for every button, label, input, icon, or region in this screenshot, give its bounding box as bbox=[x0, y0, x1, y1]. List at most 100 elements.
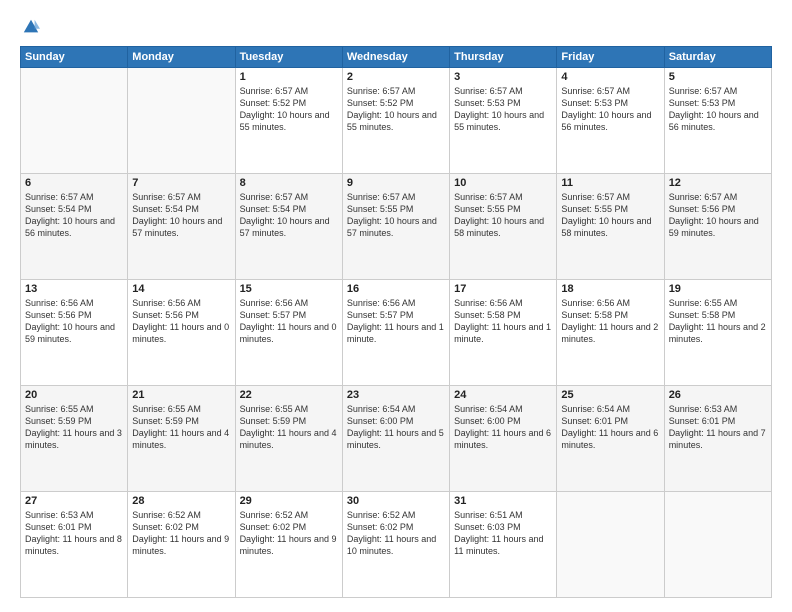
calendar-cell: 4 Sunrise: 6:57 AM Sunset: 5:53 PM Daylig… bbox=[557, 68, 664, 174]
calendar-cell: 26 Sunrise: 6:53 AM Sunset: 6:01 PM Dayli… bbox=[664, 386, 771, 492]
page: SundayMondayTuesdayWednesdayThursdayFrid… bbox=[0, 0, 792, 612]
day-number: 17 bbox=[454, 283, 552, 295]
day-header-tuesday: Tuesday bbox=[235, 47, 342, 68]
calendar-cell: 16Sunrise: 6:56 AM Sunset: 5:57 PM Dayli… bbox=[342, 280, 449, 386]
cell-content: Sunrise: 6:55 AM Sunset: 5:59 PM Dayligh… bbox=[25, 403, 123, 452]
cell-content: Sunrise: 6:57 AM Sunset: 5:56 PM Dayligh… bbox=[669, 191, 767, 240]
calendar-row-5: 27 Sunrise: 6:53 AM Sunset: 6:01 PM Dayli… bbox=[21, 492, 772, 598]
calendar-cell: 11 Sunrise: 6:57 AM Sunset: 5:55 PM Dayli… bbox=[557, 174, 664, 280]
day-number: 23 bbox=[347, 389, 445, 401]
calendar-cell: 31Sunrise: 6:51 AM Sunset: 6:03 PM Dayli… bbox=[450, 492, 557, 598]
day-header-thursday: Thursday bbox=[450, 47, 557, 68]
calendar-cell: 1 Sunrise: 6:57 AM Sunset: 5:52 PM Daylig… bbox=[235, 68, 342, 174]
cell-content: Sunrise: 6:57 AM Sunset: 5:52 PM Dayligh… bbox=[347, 85, 445, 134]
calendar-cell: 29 Sunrise: 6:52 AM Sunset: 6:02 PM Dayli… bbox=[235, 492, 342, 598]
cell-content: Sunrise: 6:57 AM Sunset: 5:54 PM Dayligh… bbox=[132, 191, 230, 240]
calendar-cell: 23 Sunrise: 6:54 AM Sunset: 6:00 PM Dayli… bbox=[342, 386, 449, 492]
cell-content: Sunrise: 6:57 AM Sunset: 5:55 PM Dayligh… bbox=[347, 191, 445, 240]
day-number: 9 bbox=[347, 177, 445, 189]
day-header-wednesday: Wednesday bbox=[342, 47, 449, 68]
day-number: 30 bbox=[347, 495, 445, 507]
cell-content: Sunrise: 6:55 AM Sunset: 5:59 PM Dayligh… bbox=[240, 403, 338, 452]
cell-content: Sunrise: 6:57 AM Sunset: 5:53 PM Dayligh… bbox=[454, 85, 552, 134]
calendar-cell bbox=[664, 492, 771, 598]
calendar-table: SundayMondayTuesdayWednesdayThursdayFrid… bbox=[20, 46, 772, 598]
calendar-cell: 15 Sunrise: 6:56 AM Sunset: 5:57 PM Dayli… bbox=[235, 280, 342, 386]
day-number: 18 bbox=[561, 283, 659, 295]
cell-content: Sunrise: 6:57 AM Sunset: 5:52 PM Dayligh… bbox=[240, 85, 338, 134]
day-number: 25 bbox=[561, 389, 659, 401]
calendar-cell: 14 Sunrise: 6:56 AM Sunset: 5:56 PM Dayli… bbox=[128, 280, 235, 386]
day-number: 14 bbox=[132, 283, 230, 295]
cell-content: Sunrise: 6:55 AM Sunset: 5:58 PM Dayligh… bbox=[669, 297, 767, 346]
header bbox=[20, 18, 772, 36]
cell-content: Sunrise: 6:52 AM Sunset: 6:02 PM Dayligh… bbox=[240, 509, 338, 558]
cell-content: Sunrise: 6:54 AM Sunset: 6:00 PM Dayligh… bbox=[454, 403, 552, 452]
day-number: 24 bbox=[454, 389, 552, 401]
day-header-saturday: Saturday bbox=[664, 47, 771, 68]
calendar-cell: 10Sunrise: 6:57 AM Sunset: 5:55 PM Dayli… bbox=[450, 174, 557, 280]
cell-content: Sunrise: 6:57 AM Sunset: 5:53 PM Dayligh… bbox=[561, 85, 659, 134]
day-number: 3 bbox=[454, 71, 552, 83]
cell-content: Sunrise: 6:53 AM Sunset: 6:01 PM Dayligh… bbox=[669, 403, 767, 452]
calendar-cell: 2 Sunrise: 6:57 AM Sunset: 5:52 PM Daylig… bbox=[342, 68, 449, 174]
cell-content: Sunrise: 6:55 AM Sunset: 5:59 PM Dayligh… bbox=[132, 403, 230, 452]
day-number: 31 bbox=[454, 495, 552, 507]
day-number: 6 bbox=[25, 177, 123, 189]
calendar-cell: 5Sunrise: 6:57 AM Sunset: 5:53 PM Daylig… bbox=[664, 68, 771, 174]
day-header-monday: Monday bbox=[128, 47, 235, 68]
calendar-cell: 3 Sunrise: 6:57 AM Sunset: 5:53 PM Daylig… bbox=[450, 68, 557, 174]
cell-content: Sunrise: 6:54 AM Sunset: 6:01 PM Dayligh… bbox=[561, 403, 659, 452]
calendar-cell bbox=[21, 68, 128, 174]
cell-content: Sunrise: 6:56 AM Sunset: 5:56 PM Dayligh… bbox=[25, 297, 123, 346]
calendar-cell: 12 Sunrise: 6:57 AM Sunset: 5:56 PM Dayli… bbox=[664, 174, 771, 280]
day-number: 2 bbox=[347, 71, 445, 83]
logo bbox=[20, 18, 40, 36]
cell-content: Sunrise: 6:56 AM Sunset: 5:57 PM Dayligh… bbox=[347, 297, 445, 346]
calendar-cell: 7Sunrise: 6:57 AM Sunset: 5:54 PM Daylig… bbox=[128, 174, 235, 280]
cell-content: Sunrise: 6:56 AM Sunset: 5:57 PM Dayligh… bbox=[240, 297, 338, 346]
calendar-cell: 18 Sunrise: 6:56 AM Sunset: 5:58 PM Dayli… bbox=[557, 280, 664, 386]
day-number: 1 bbox=[240, 71, 338, 83]
cell-content: Sunrise: 6:53 AM Sunset: 6:01 PM Dayligh… bbox=[25, 509, 123, 558]
day-number: 13 bbox=[25, 283, 123, 295]
day-number: 28 bbox=[132, 495, 230, 507]
cell-content: Sunrise: 6:57 AM Sunset: 5:54 PM Dayligh… bbox=[25, 191, 123, 240]
day-number: 27 bbox=[25, 495, 123, 507]
calendar-cell: 20 Sunrise: 6:55 AM Sunset: 5:59 PM Dayli… bbox=[21, 386, 128, 492]
day-number: 15 bbox=[240, 283, 338, 295]
calendar-cell: 9 Sunrise: 6:57 AM Sunset: 5:55 PM Daylig… bbox=[342, 174, 449, 280]
logo-icon bbox=[22, 18, 40, 36]
calendar-cell: 19 Sunrise: 6:55 AM Sunset: 5:58 PM Dayli… bbox=[664, 280, 771, 386]
calendar-cell: 25 Sunrise: 6:54 AM Sunset: 6:01 PM Dayli… bbox=[557, 386, 664, 492]
day-number: 19 bbox=[669, 283, 767, 295]
cell-content: Sunrise: 6:52 AM Sunset: 6:02 PM Dayligh… bbox=[347, 509, 445, 558]
cell-content: Sunrise: 6:57 AM Sunset: 5:55 PM Dayligh… bbox=[561, 191, 659, 240]
cell-content: Sunrise: 6:56 AM Sunset: 5:58 PM Dayligh… bbox=[561, 297, 659, 346]
day-number: 10 bbox=[454, 177, 552, 189]
calendar-row-3: 13 Sunrise: 6:56 AM Sunset: 5:56 PM Dayli… bbox=[21, 280, 772, 386]
cell-content: Sunrise: 6:54 AM Sunset: 6:00 PM Dayligh… bbox=[347, 403, 445, 452]
day-header-friday: Friday bbox=[557, 47, 664, 68]
calendar-row-2: 6 Sunrise: 6:57 AM Sunset: 5:54 PM Daylig… bbox=[21, 174, 772, 280]
day-number: 21 bbox=[132, 389, 230, 401]
day-number: 11 bbox=[561, 177, 659, 189]
calendar-cell: 6 Sunrise: 6:57 AM Sunset: 5:54 PM Daylig… bbox=[21, 174, 128, 280]
cell-content: Sunrise: 6:56 AM Sunset: 5:56 PM Dayligh… bbox=[132, 297, 230, 346]
calendar-cell: 22Sunrise: 6:55 AM Sunset: 5:59 PM Dayli… bbox=[235, 386, 342, 492]
day-number: 4 bbox=[561, 71, 659, 83]
day-number: 5 bbox=[669, 71, 767, 83]
day-number: 29 bbox=[240, 495, 338, 507]
calendar-row-4: 20 Sunrise: 6:55 AM Sunset: 5:59 PM Dayli… bbox=[21, 386, 772, 492]
day-number: 26 bbox=[669, 389, 767, 401]
day-number: 20 bbox=[25, 389, 123, 401]
calendar-cell: 8Sunrise: 6:57 AM Sunset: 5:54 PM Daylig… bbox=[235, 174, 342, 280]
calendar-cell bbox=[557, 492, 664, 598]
day-header-sunday: Sunday bbox=[21, 47, 128, 68]
calendar-cell: 13 Sunrise: 6:56 AM Sunset: 5:56 PM Dayli… bbox=[21, 280, 128, 386]
calendar-row-1: 1 Sunrise: 6:57 AM Sunset: 5:52 PM Daylig… bbox=[21, 68, 772, 174]
calendar-cell: 17Sunrise: 6:56 AM Sunset: 5:58 PM Dayli… bbox=[450, 280, 557, 386]
calendar-cell: 27 Sunrise: 6:53 AM Sunset: 6:01 PM Dayli… bbox=[21, 492, 128, 598]
day-number: 12 bbox=[669, 177, 767, 189]
calendar-cell: 28Sunrise: 6:52 AM Sunset: 6:02 PM Dayli… bbox=[128, 492, 235, 598]
